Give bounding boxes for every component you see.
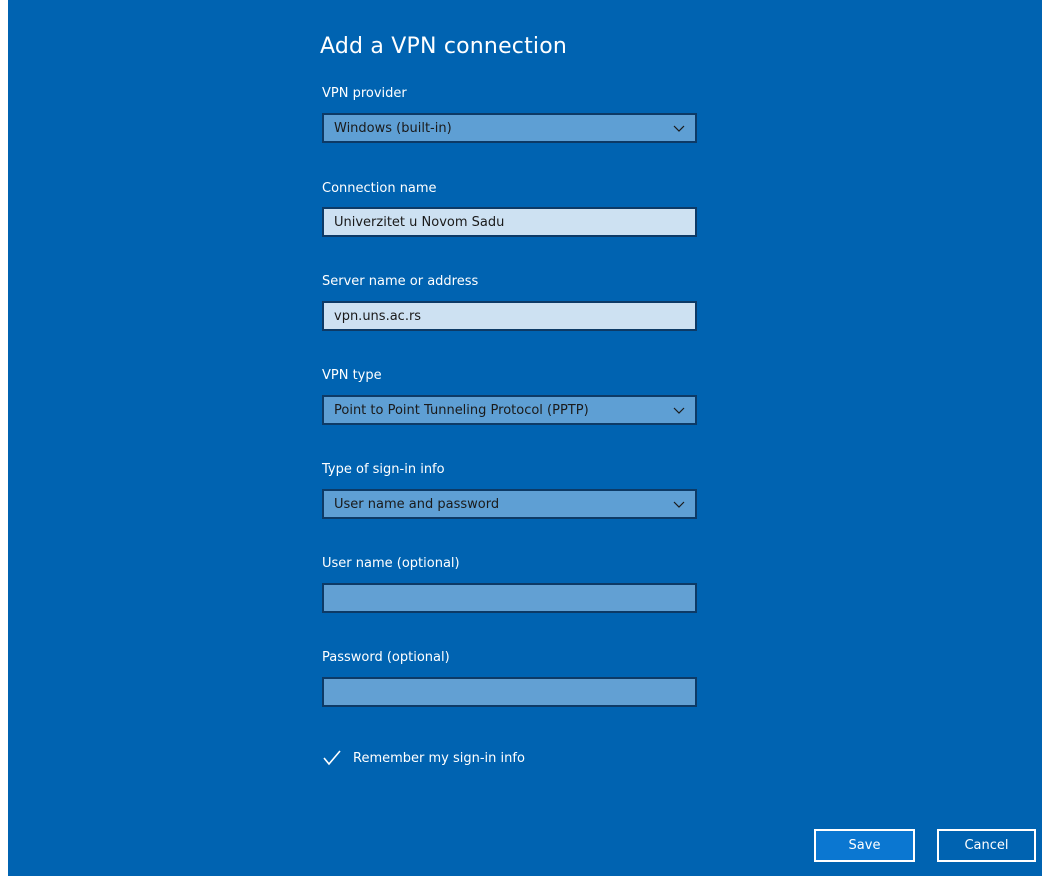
sign-in-type-label: Type of sign-in info <box>322 462 445 477</box>
chevron-down-icon <box>673 407 685 414</box>
password-label: Password (optional) <box>322 650 450 665</box>
chevron-down-icon <box>673 125 685 132</box>
connection-name-label: Connection name <box>322 181 437 196</box>
checkmark-icon <box>323 750 341 766</box>
vpn-type-value: Point to Point Tunneling Protocol (PPTP) <box>334 403 589 418</box>
checkbox[interactable] <box>322 748 342 768</box>
remember-sign-in-checkbox[interactable]: Remember my sign-in info <box>322 748 525 768</box>
username-input[interactable] <box>322 583 697 613</box>
remember-sign-in-label: Remember my sign-in info <box>353 750 525 766</box>
sign-in-type-dropdown[interactable]: User name and password <box>322 489 697 519</box>
dialog-title: Add a VPN connection <box>320 34 568 59</box>
vpn-provider-value: Windows (built-in) <box>334 121 452 136</box>
password-input[interactable] <box>322 677 697 707</box>
save-button[interactable]: Save <box>814 829 915 862</box>
vpn-type-label: VPN type <box>322 368 382 383</box>
sign-in-type-value: User name and password <box>334 497 500 512</box>
username-label: User name (optional) <box>322 556 460 571</box>
vpn-provider-label: VPN provider <box>322 86 407 101</box>
cancel-button[interactable]: Cancel <box>937 829 1036 862</box>
server-name-label: Server name or address <box>322 274 479 289</box>
server-address-input[interactable] <box>322 301 697 331</box>
add-vpn-dialog: Add a VPN connection VPN provider Window… <box>8 0 1042 876</box>
vpn-provider-dropdown[interactable]: Windows (built-in) <box>322 113 697 143</box>
connection-name-input[interactable] <box>322 207 697 237</box>
chevron-down-icon <box>673 501 685 508</box>
vpn-type-dropdown[interactable]: Point to Point Tunneling Protocol (PPTP) <box>322 395 697 425</box>
